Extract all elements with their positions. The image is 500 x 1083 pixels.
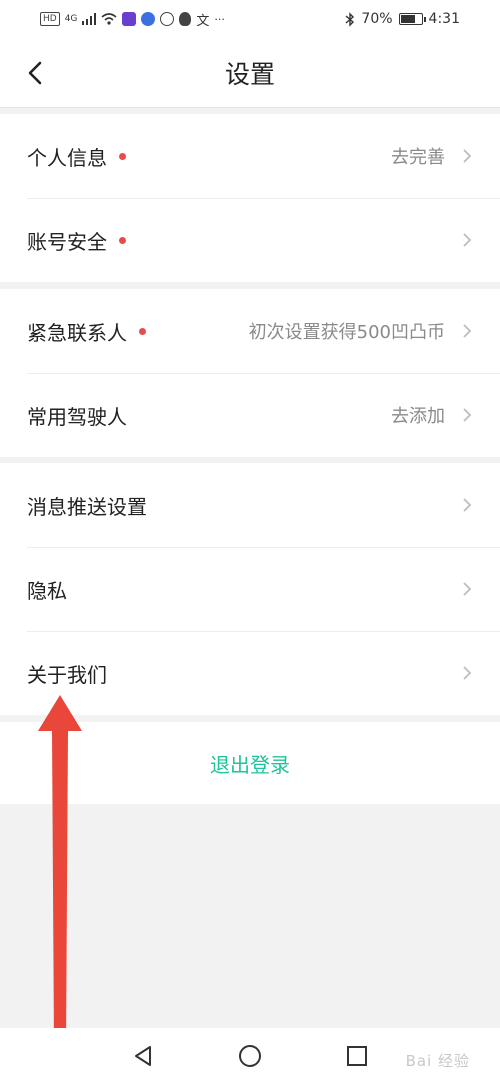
row-account-security[interactable]: 账号安全 — [0, 198, 500, 282]
home-circle-icon[interactable] — [238, 1044, 262, 1068]
row-push-settings[interactable]: 消息推送设置 — [0, 463, 500, 547]
chevron-left-icon — [28, 61, 42, 85]
system-nav-bar: Bai 经验 — [0, 1028, 500, 1083]
red-dot-indicator — [119, 236, 126, 244]
row-personal-info[interactable]: 个人信息 去完善 — [0, 114, 500, 198]
back-triangle-icon[interactable] — [132, 1045, 154, 1067]
signal-type: 4G — [64, 14, 78, 24]
back-button[interactable] — [20, 58, 50, 88]
watermark: Bai 经验 — [405, 1052, 470, 1070]
row-label: 账号安全 — [27, 229, 107, 254]
row-label: 隐私 — [27, 578, 67, 603]
status-right: 70% 4:31 — [345, 11, 460, 27]
row-privacy[interactable]: 隐私 — [0, 547, 500, 631]
row-label: 紧急联系人 — [27, 320, 127, 345]
chevron-right-icon — [463, 324, 472, 338]
recents-square-icon[interactable] — [346, 1045, 368, 1067]
chevron-right-icon — [463, 408, 472, 422]
chevron-right-icon — [463, 582, 472, 596]
chevron-right-icon — [463, 233, 472, 247]
red-dot-indicator — [139, 327, 146, 335]
row-value: 去完善 — [391, 147, 445, 168]
battery-level — [400, 15, 415, 23]
row-label: 关于我们 — [27, 662, 107, 687]
chevron-right-icon — [463, 149, 472, 163]
row-label: 常用驾驶人 — [27, 404, 127, 429]
page-title: 设置 — [224, 59, 275, 89]
header: 设置 — [0, 38, 500, 108]
more-icon: ··· — [214, 12, 225, 26]
gallery-icon — [160, 12, 175, 26]
row-frequent-drivers[interactable]: 常用驾驶人 去添加 — [0, 373, 500, 457]
red-dot-indicator — [119, 152, 126, 160]
status-bar: HD 4G 文 ··· 70% 4:31 — [0, 0, 500, 38]
row-value: 去添加 — [391, 406, 445, 427]
chevron-right-icon — [463, 498, 472, 512]
clock: 4:31 — [428, 11, 460, 27]
signal-icon — [82, 13, 97, 25]
chevron-right-icon — [463, 666, 472, 680]
status-left: HD 4G 文 ··· — [40, 10, 225, 29]
settings-group-account: 个人信息 去完善 账号安全 — [0, 114, 500, 282]
logout-button[interactable]: 退出登录 — [210, 749, 290, 778]
battery-percent: 70% — [361, 11, 393, 27]
row-emergency-contact[interactable]: 紧急联系人 初次设置获得500凹凸币 — [0, 289, 500, 373]
wifi-icon — [101, 13, 117, 25]
settings-group-general: 消息推送设置 隐私 关于我们 — [0, 463, 500, 715]
annotation-arrow — [38, 695, 82, 1045]
row-value: 初次设置获得500凹凸币 — [248, 322, 445, 343]
battery-icon — [398, 13, 426, 25]
bluetooth-icon — [345, 11, 355, 27]
row-label: 消息推送设置 — [27, 494, 147, 519]
settings-group-contacts: 紧急联系人 初次设置获得500凹凸币 常用驾驶人 去添加 — [0, 289, 500, 457]
qq-icon — [179, 12, 192, 26]
music-icon — [141, 12, 156, 26]
network-badge: HD — [40, 12, 60, 26]
row-label: 个人信息 — [27, 145, 107, 170]
translate-icon: 文 — [196, 13, 210, 29]
app-icon — [122, 12, 137, 26]
